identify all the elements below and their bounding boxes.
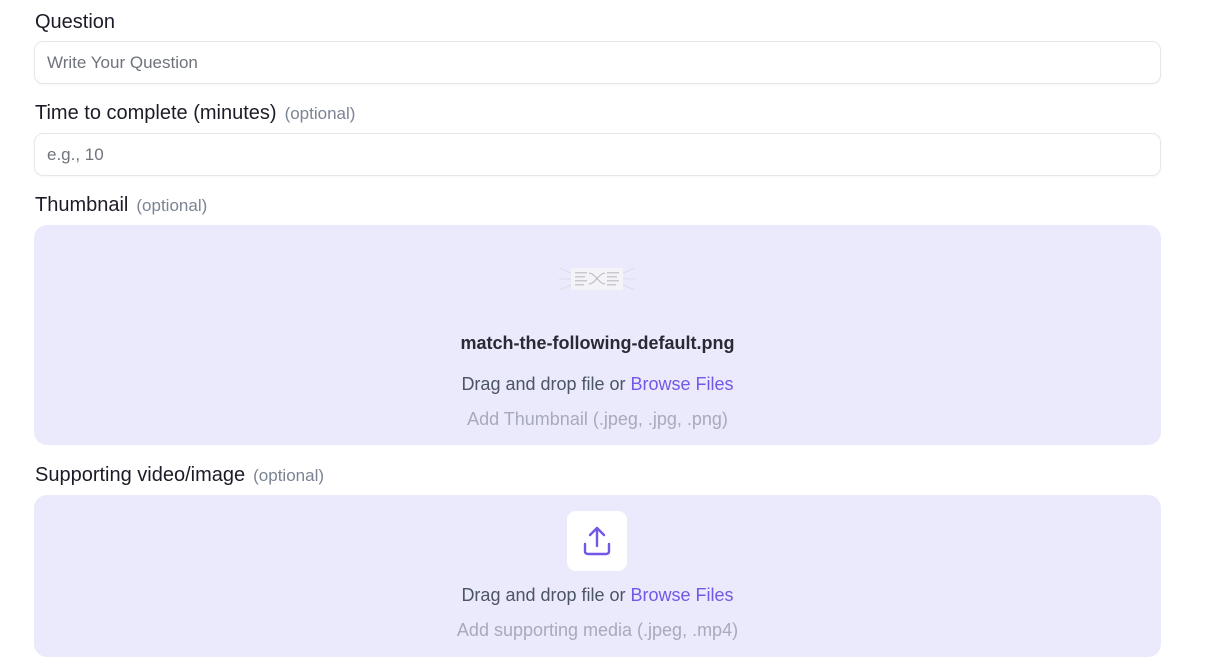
question-label: Question bbox=[35, 11, 116, 33]
supporting-media-dropzone[interactable]: Drag and drop file or Browse Files Add s… bbox=[34, 495, 1161, 657]
supporting-browse-files-link[interactable]: Browse Files bbox=[631, 585, 734, 605]
thumbnail-filename: match-the-following-default.png bbox=[460, 333, 735, 353]
thumbnail-label-row: Thumbnail (optional) bbox=[35, 194, 207, 216]
supporting-drag-text: Drag and drop file or bbox=[461, 585, 631, 605]
time-label: Time to complete (minutes) bbox=[35, 102, 277, 124]
upload-button[interactable] bbox=[567, 511, 627, 571]
thumbnail-optional-tag: (optional) bbox=[136, 196, 208, 215]
thumbnail-label: Thumbnail bbox=[35, 194, 129, 216]
supporting-format-hint: Add supporting media (.jpeg, .mp4) bbox=[456, 620, 739, 640]
thumbnail-preview-image bbox=[559, 267, 635, 291]
supporting-drag-text-row: Drag and drop file or Browse Files bbox=[34, 585, 1161, 606]
question-input[interactable] bbox=[34, 41, 1161, 84]
question-label-row: Question bbox=[35, 11, 115, 33]
time-label-row: Time to complete (minutes) (optional) bbox=[35, 102, 355, 124]
supporting-label: Supporting video/image bbox=[35, 464, 246, 486]
upload-icon bbox=[583, 526, 611, 556]
time-optional-tag: (optional) bbox=[284, 104, 356, 123]
thumbnail-dropzone[interactable]: match-the-following-default.png Drag and… bbox=[34, 225, 1161, 445]
supporting-optional-tag: (optional) bbox=[253, 466, 325, 485]
supporting-label-row: Supporting video/image (optional) bbox=[35, 464, 324, 486]
thumbnail-format-hint: Add Thumbnail (.jpeg, .jpg, .png) bbox=[467, 409, 728, 429]
thumbnail-drag-text: Drag and drop file or bbox=[461, 374, 631, 394]
time-input[interactable] bbox=[34, 133, 1161, 176]
thumbnail-browse-files-link[interactable]: Browse Files bbox=[631, 374, 734, 394]
thumbnail-drag-text-row: Drag and drop file or Browse Files bbox=[34, 374, 1161, 395]
